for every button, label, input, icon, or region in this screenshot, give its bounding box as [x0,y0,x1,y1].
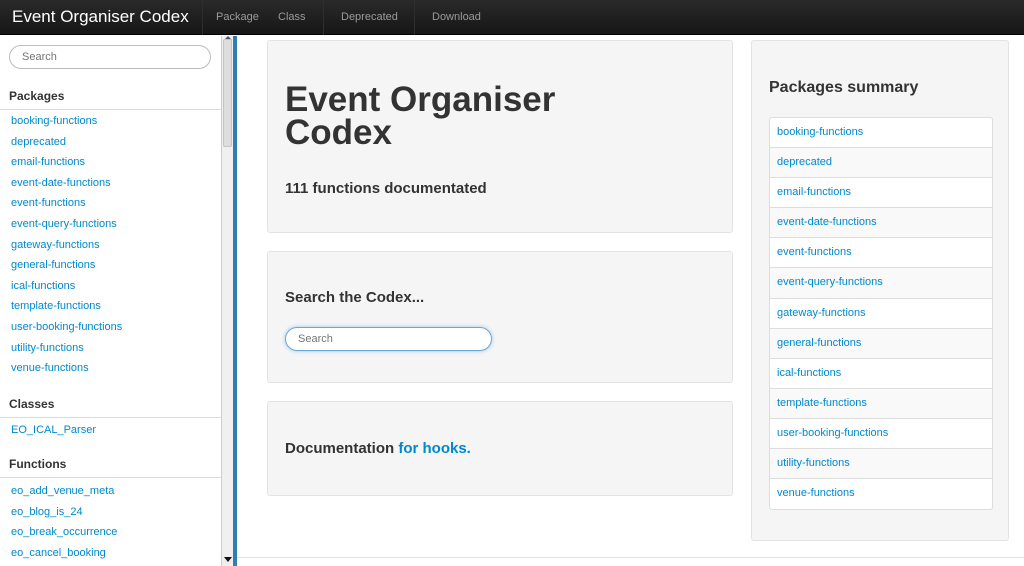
sidebar-package-link[interactable]: template-functions [11,300,101,312]
summary-package-link[interactable]: deprecated [777,156,832,168]
search-heading: Search the Codex... [285,289,425,306]
list-item: gateway-functions [770,299,992,329]
sidebar-package-link[interactable]: gateway-functions [11,239,100,251]
nav-class[interactable]: Class [278,11,306,23]
sidebar-function-list: eo_add_venue_meta eo_blog_is_24 eo_break_o… [11,484,117,566]
docs-text: Documentation [285,440,395,457]
sidebar-package-link[interactable]: general-functions [11,259,95,271]
brand-link[interactable]: Event Organiser Codex [12,7,189,27]
list-item: deprecated [11,135,122,156]
summary-package-list: booking-functions deprecated email-functio… [769,117,993,511]
list-item: gateway-functions [11,238,122,259]
sidebar-search-input[interactable] [9,45,211,69]
sidebar-package-link[interactable]: venue-functions [11,362,89,374]
list-item: eo_blog_is_24 [11,505,117,526]
list-item: template-functions [11,299,122,320]
functions-heading: Functions [0,456,221,478]
list-item: ical-functions [770,359,992,389]
sidebar-resize-handle[interactable] [233,36,237,566]
page-title: Event Organiser Codex [285,80,556,152]
scroll-thumb[interactable] [223,39,232,147]
functions-count: 111 functions documentated [285,180,487,197]
summary-package-link[interactable]: event-date-functions [777,216,877,228]
summary-package-link[interactable]: event-query-functions [777,276,883,288]
list-item: user-booking-functions [11,320,122,341]
list-item: event-functions [770,238,992,269]
sidebar-scrollbar[interactable] [221,36,233,566]
list-item: eo_cancel_booking [11,546,117,566]
hooks-link[interactable]: for hooks. [398,440,471,457]
summary-package-link[interactable]: venue-functions [777,487,855,499]
sidebar-function-link[interactable]: eo_break_occurrence [11,526,117,538]
nav-package[interactable]: Package [216,11,259,23]
list-item: general-functions [11,258,122,279]
list-item: email-functions [770,178,992,209]
list-item: event-date-functions [770,208,992,239]
docs-card: Documentation for hooks. [267,401,733,496]
summary-package-link[interactable]: booking-functions [777,126,863,138]
sidebar-package-link[interactable]: user-booking-functions [11,321,122,333]
packages-summary-card: Packages summary booking-functions deprec… [751,40,1009,541]
sidebar-package-list: booking-functions deprecated email-functio… [11,114,122,382]
list-item: deprecated [770,148,992,179]
list-item: utility-functions [770,449,992,480]
list-item: event-query-functions [770,268,992,299]
list-item: utility-functions [11,341,122,362]
list-item: ical-functions [11,279,122,300]
nav-separator [323,0,324,35]
sidebar-package-link[interactable]: event-date-functions [11,177,111,189]
summary-package-link[interactable]: user-booking-functions [777,427,888,439]
nav-deprecated[interactable]: Deprecated [341,11,398,23]
sidebar-package-link[interactable]: booking-functions [11,115,97,127]
list-item: eo_break_occurrence [11,525,117,546]
sidebar-function-link[interactable]: eo_add_venue_meta [11,485,114,497]
sidebar-class-list: EO_ICAL_Parser [11,423,96,444]
sidebar-class-link[interactable]: EO_ICAL_Parser [11,424,96,436]
list-item: user-booking-functions [770,419,992,450]
summary-package-link[interactable]: template-functions [777,397,867,409]
summary-package-link[interactable]: gateway-functions [777,307,866,319]
list-item: venue-functions [11,361,122,382]
list-item: booking-functions [770,118,992,149]
sidebar-package-link[interactable]: email-functions [11,156,85,168]
scroll-down-icon[interactable] [223,556,233,564]
footer-divider [237,557,1024,558]
list-item: template-functions [770,388,992,419]
list-item: email-functions [11,155,122,176]
sidebar-package-link[interactable]: utility-functions [11,342,84,354]
summary-package-link[interactable]: utility-functions [777,457,850,469]
sidebar-function-link[interactable]: eo_cancel_booking [11,547,106,559]
summary-package-link[interactable]: event-functions [777,246,852,258]
list-item: general-functions [770,328,992,359]
list-item: venue-functions [770,479,992,509]
nav-separator [414,0,415,35]
docs-line: Documentation for hooks. [285,440,471,457]
list-item: EO_ICAL_Parser [11,423,96,444]
nav-download[interactable]: Download [432,11,481,23]
summary-package-link[interactable]: email-functions [777,186,851,198]
sidebar-function-link[interactable]: eo_blog_is_24 [11,506,83,518]
classes-heading: Classes [0,396,221,418]
summary-package-link[interactable]: ical-functions [777,367,841,379]
sidebar: Packages booking-functions deprecated emai… [0,36,221,566]
list-item: event-functions [11,196,122,217]
sidebar-package-link[interactable]: event-query-functions [11,218,117,230]
sidebar-package-link[interactable]: event-functions [11,197,86,209]
summary-package-link[interactable]: general-functions [777,337,861,349]
sidebar-package-link[interactable]: deprecated [11,136,66,148]
search-card: Search the Codex... [267,251,733,383]
top-navbar: Event Organiser Codex Package Class Depr… [0,0,1024,35]
packages-heading: Packages [0,88,221,110]
list-item: event-date-functions [11,176,122,197]
codex-search-input[interactable] [285,327,492,351]
summary-title: Packages summary [769,79,919,96]
list-item: booking-functions [11,114,122,135]
nav-separator [202,0,203,35]
sidebar-package-link[interactable]: ical-functions [11,280,75,292]
hero-card: Event Organiser Codex 111 functions docu… [267,40,733,233]
list-item: event-query-functions [11,217,122,238]
list-item: eo_add_venue_meta [11,484,117,505]
